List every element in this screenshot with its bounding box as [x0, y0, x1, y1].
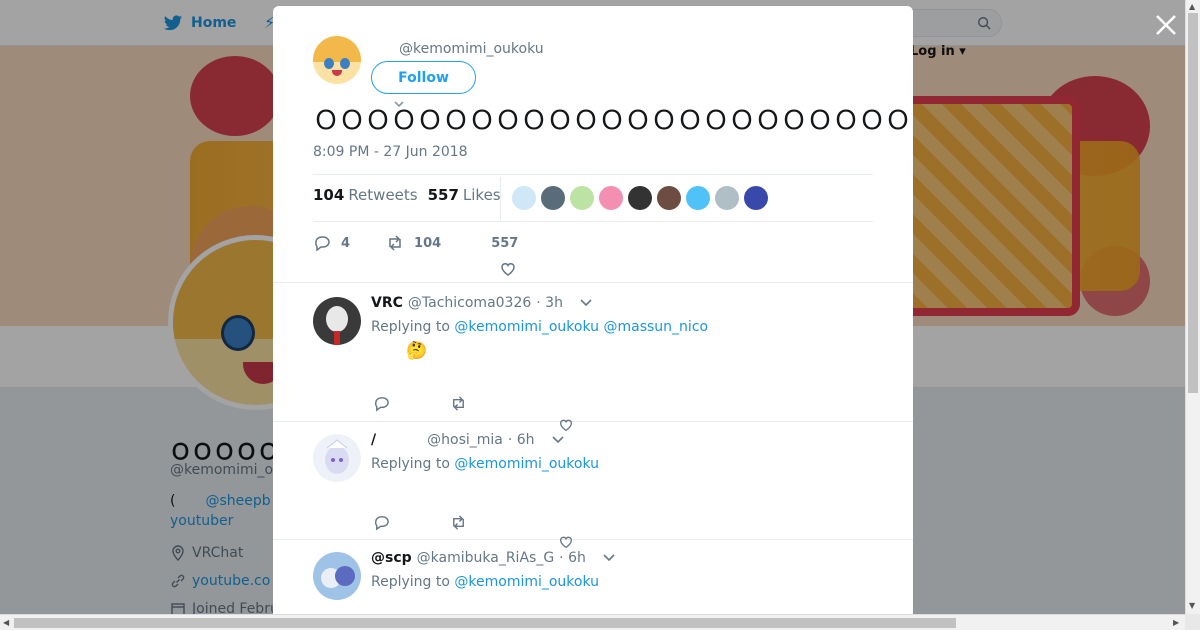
reply-text: 🤔: [406, 341, 428, 361]
reply-icon: [315, 236, 330, 252]
reply-author-handle[interactable]: @kamibuka_RiAs_G: [417, 550, 555, 566]
retweet-icon: [389, 235, 401, 251]
reply-avatar[interactable]: [313, 552, 361, 600]
reply-time[interactable]: · 6h: [508, 432, 535, 448]
liker-avatar[interactable]: [628, 186, 652, 210]
reply-author-name[interactable]: /: [371, 432, 376, 448]
chevron-down-icon[interactable]: [603, 554, 615, 562]
liker-avatar[interactable]: [657, 186, 681, 210]
mention-link[interactable]: @kemomimi_oukoku: [454, 574, 599, 590]
tweet-author-avatar[interactable]: [313, 36, 361, 84]
horizontal-scrollbar[interactable]: ◀ ▶: [0, 614, 1185, 630]
reply-avatar[interactable]: [313, 434, 361, 482]
divider: [313, 174, 873, 175]
heart-icon[interactable]: [499, 260, 517, 278]
liker-avatar[interactable]: [686, 186, 710, 210]
reply-item[interactable]: / @hosi_mia · 6h Replying to @kemomimi_o…: [273, 422, 913, 549]
liker-avatar[interactable]: [599, 186, 623, 210]
tweet-author-handle[interactable]: @kemomimi_oukoku: [399, 41, 544, 57]
mention-link[interactable]: @massun_nico: [604, 319, 709, 335]
close-icon[interactable]: [1153, 12, 1179, 38]
reply-author-handle[interactable]: @hosi_mia: [427, 432, 503, 448]
tweet-text: ＯＯＯＯＯＯＯＯＯＯＯＯＯＯＯＯＯＯＯＯＯＯＯＯＯＯＯＯＯＯＯＯＯＯＯＯＯＯＯＯ…: [313, 106, 913, 136]
liker-avatar[interactable]: [541, 186, 565, 210]
tweet-actions: 4 104 557: [313, 234, 518, 252]
reply-item[interactable]: @scp @kamibuka_RiAs_G · 6h Replying to @…: [273, 540, 913, 614]
replying-to: Replying to @kemomimi_oukoku: [371, 456, 600, 472]
replying-to: Replying to @kemomimi_oukoku @massun_nic…: [371, 319, 709, 335]
liker-avatar[interactable]: [744, 186, 768, 210]
replying-to: Replying to @kemomimi_oukoku: [371, 574, 600, 590]
liker-avatar[interactable]: [512, 186, 536, 210]
divider: [500, 177, 501, 221]
retweets-stat[interactable]: 104 Retweets: [313, 186, 418, 204]
tweet-modal: @kemomimi_oukoku Follow ＯＯＯＯＯＯＯＯＯＯＯＯＯＯＯＯ…: [273, 6, 913, 614]
retweet-button[interactable]: 104: [386, 234, 441, 252]
reply-icon[interactable]: [373, 514, 390, 531]
reply-item[interactable]: VRC @Tachicoma0326 · 3h Replying to @kem…: [273, 282, 913, 432]
reply-avatar[interactable]: [313, 297, 361, 345]
reply-author-handle[interactable]: @Tachicoma0326: [408, 295, 531, 311]
reply-button[interactable]: 4: [313, 234, 350, 252]
vertical-scrollbar[interactable]: ▲ ▼: [1185, 0, 1200, 614]
reply-time[interactable]: · 3h: [536, 295, 563, 311]
liker-avatar[interactable]: [715, 186, 739, 210]
likes-stat[interactable]: 557 Likes: [428, 186, 501, 204]
chevron-down-icon[interactable]: [551, 436, 564, 444]
reply-icon[interactable]: [373, 395, 390, 412]
tweet-timestamp[interactable]: 8:09 PM - 27 Jun 2018: [313, 144, 468, 160]
mention-link[interactable]: @kemomimi_oukoku: [454, 456, 599, 472]
reply-time[interactable]: · 6h: [559, 550, 586, 566]
retweet-icon[interactable]: [450, 395, 467, 412]
liker-avatars: [512, 186, 768, 210]
mention-link[interactable]: @kemomimi_oukoku: [454, 319, 599, 335]
reply-author-name[interactable]: VRC: [371, 295, 403, 311]
horizontal-scroll-thumb[interactable]: [14, 618, 956, 628]
reply-author-name[interactable]: @scp: [371, 550, 412, 566]
follow-button[interactable]: Follow: [371, 61, 476, 94]
like-button[interactable]: 557: [491, 236, 518, 251]
liker-avatar[interactable]: [570, 186, 594, 210]
divider: [313, 221, 873, 222]
vertical-scroll-thumb[interactable]: [1188, 13, 1198, 393]
tweet-stats: 104 Retweets 557 Likes: [313, 186, 501, 204]
scrollbar-corner: [1185, 614, 1200, 630]
retweet-icon[interactable]: [450, 514, 467, 531]
chevron-down-icon[interactable]: [580, 299, 592, 307]
